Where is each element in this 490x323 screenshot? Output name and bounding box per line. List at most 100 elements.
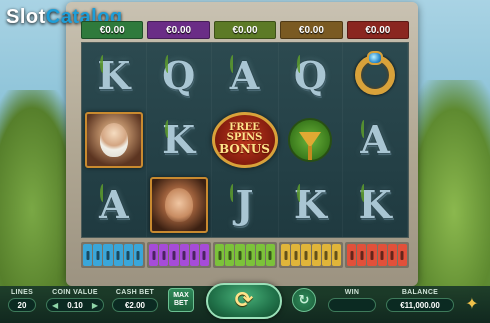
- symbol-woman-portrait: [149, 176, 208, 233]
- portrait-face: [164, 187, 193, 222]
- coin-value-control: COIN VALUE ◀ 0.10 ▶: [46, 289, 104, 312]
- keyhole-icon: [133, 244, 144, 266]
- portrait-face: [99, 122, 128, 157]
- keyhole-icon: [93, 244, 103, 266]
- vine-decoration: [229, 184, 236, 203]
- cash-bet-control: CASH BET €2.00: [112, 289, 158, 312]
- cash-bet-value: €2.00: [112, 298, 158, 312]
- keyhole-icon: [291, 244, 301, 266]
- reel-cell: [147, 172, 212, 237]
- reel-win-box: €0.00: [147, 21, 210, 39]
- symbol-ring-icon: [355, 51, 396, 96]
- coin-value-stepper: ◀ 0.10 ▶: [46, 298, 104, 312]
- key-group: [147, 242, 211, 268]
- watermark-part1: Slot: [6, 6, 46, 28]
- ring-gem: [367, 51, 384, 66]
- vine-decoration: [164, 119, 171, 138]
- reel-cell: [82, 107, 147, 173]
- autoplay-icon: ↻: [298, 292, 310, 308]
- vine-decoration: [100, 55, 106, 73]
- keyhole-icon: [397, 244, 408, 266]
- reel-cell: [279, 107, 344, 173]
- max-bet-label-line2: BET: [174, 300, 188, 307]
- coin-value: 0.10: [67, 300, 83, 310]
- vine-decoration: [296, 184, 303, 203]
- chalice-shape: [299, 131, 322, 160]
- lines-value[interactable]: 20: [8, 298, 36, 312]
- balance-value: €11,000.00: [386, 298, 454, 312]
- balance-control: BALANCE €11,000.00: [386, 289, 454, 312]
- keyhole-icon: [311, 244, 321, 266]
- vine-decoration: [229, 55, 236, 73]
- reel-cell: K: [343, 172, 408, 237]
- reel-cell: A: [343, 107, 408, 173]
- keyhole-icon: [347, 244, 357, 266]
- reel-cell: Q: [279, 43, 344, 108]
- keyhole-icon: [321, 244, 331, 266]
- key-collector-row: [81, 242, 409, 268]
- reel-win-display-row: €0.00 €0.00 €0.00 €0.00 €0.00: [81, 21, 410, 39]
- menu-icon[interactable]: ✦: [462, 293, 482, 313]
- keyhole-icon: [215, 244, 225, 266]
- max-bet-label-line1: MAX: [173, 292, 189, 299]
- coin-decrease-icon[interactable]: ◀: [49, 301, 61, 310]
- reel-grid: K Q A Q K FREE SPINS BONUS A A J K K: [81, 42, 409, 238]
- reel-cell: A: [82, 172, 147, 237]
- keyhole-icon: [149, 244, 159, 266]
- keyhole-icon: [281, 244, 291, 266]
- win-control: WIN: [328, 289, 376, 312]
- keyhole-icon: [235, 244, 245, 266]
- max-bet-button[interactable]: MAX BET: [168, 288, 194, 312]
- reel-win-box: €0.00: [280, 21, 343, 39]
- lines-label: LINES: [10, 289, 34, 296]
- keyhole-icon: [377, 244, 387, 266]
- reel-cell: K: [82, 43, 147, 108]
- key-group: [345, 242, 409, 268]
- symbol-j: J: [235, 182, 254, 228]
- spin-icon: ⟳: [234, 288, 254, 313]
- reel-cell: FREE SPINS BONUS: [211, 107, 279, 173]
- keyhole-icon: [225, 244, 235, 266]
- reel-cell: K: [147, 107, 212, 173]
- reel-win-box: €0.00: [346, 21, 410, 39]
- reel-win-box: €0.00: [213, 21, 277, 39]
- vine-decoration: [296, 55, 303, 73]
- keyhole-icon: [331, 244, 342, 266]
- key-group: [213, 242, 277, 268]
- keyhole-icon: [357, 244, 367, 266]
- keyhole-icon: [301, 244, 311, 266]
- keyhole-icon: [199, 244, 210, 266]
- reel-cell: Q: [147, 43, 212, 108]
- balance-label: BALANCE: [401, 289, 439, 296]
- keyhole-icon: [265, 244, 276, 266]
- spin-button[interactable]: ⟳: [206, 283, 282, 319]
- reel-win-box: €0.00: [81, 21, 144, 39]
- keyhole-icon: [245, 244, 255, 266]
- autoplay-button[interactable]: ↻: [292, 288, 316, 312]
- keyhole-icon: [387, 244, 397, 266]
- symbol-grid: K Q A Q K FREE SPINS BONUS A A J K K: [82, 43, 408, 237]
- symbol-zeus-portrait: [84, 111, 143, 168]
- coin-value-label: COIN VALUE: [52, 289, 98, 296]
- win-label: WIN: [344, 289, 360, 296]
- keyhole-icon: [103, 244, 113, 266]
- symbol-chalice-icon: [288, 117, 333, 162]
- reel-cell: [343, 43, 408, 108]
- keyhole-icon: [113, 244, 123, 266]
- free-spins-text: BONUS: [219, 142, 270, 157]
- keyhole-icon: [189, 244, 199, 266]
- keyhole-icon: [255, 244, 265, 266]
- vine-decoration: [164, 55, 171, 73]
- win-value: [328, 298, 376, 312]
- keyhole-icon: [169, 244, 179, 266]
- keyhole-icon: [83, 244, 93, 266]
- keyhole-icon: [179, 244, 189, 266]
- key-group: [81, 242, 145, 268]
- key-group: [279, 242, 343, 268]
- coin-increase-icon[interactable]: ▶: [89, 301, 101, 310]
- keyhole-icon: [159, 244, 169, 266]
- reel-cell: J: [212, 172, 279, 237]
- symbol-free-spins-bonus: FREE SPINS BONUS: [211, 111, 278, 168]
- keyhole-icon: [367, 244, 377, 266]
- reel-cell: A: [212, 43, 279, 108]
